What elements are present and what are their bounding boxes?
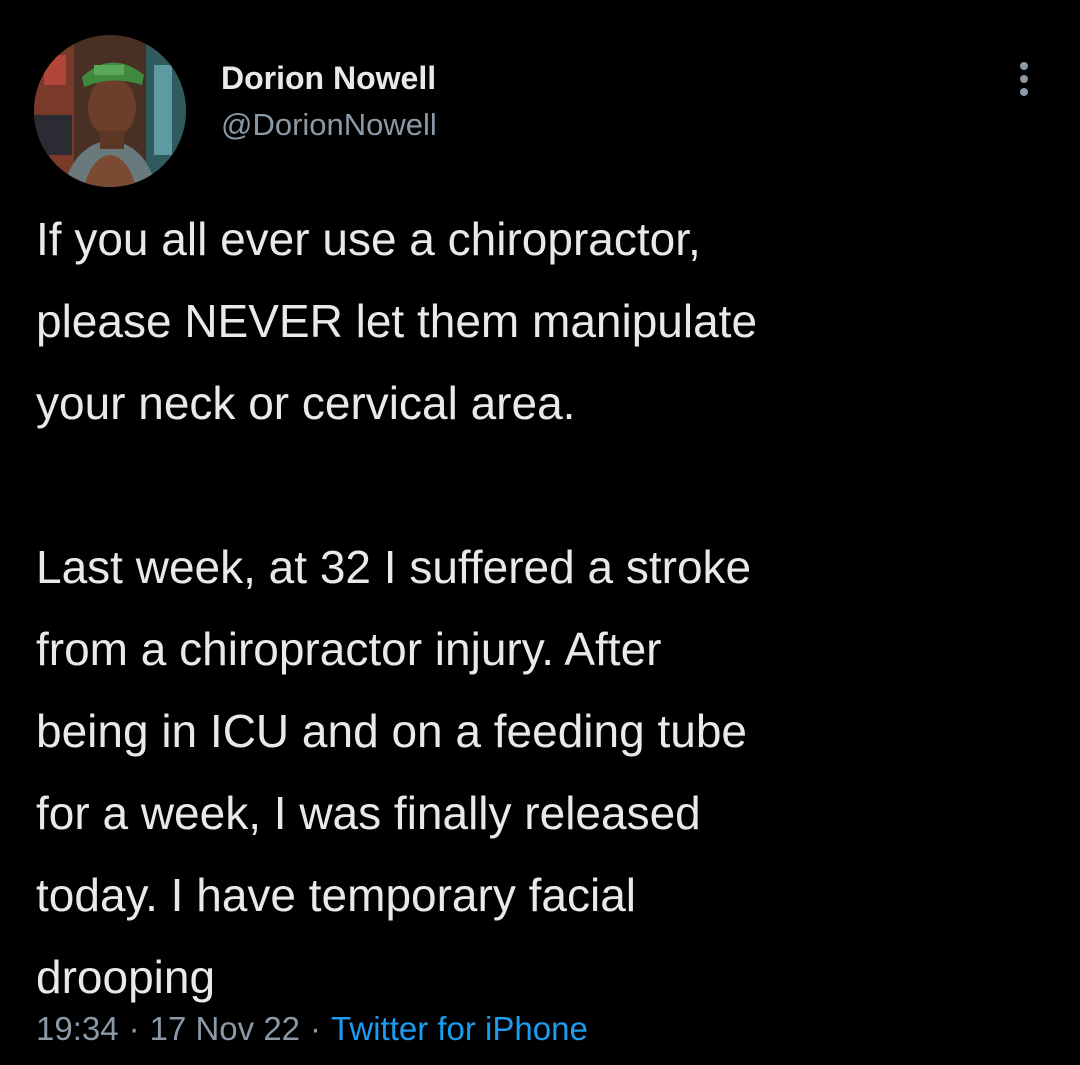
avatar[interactable]	[34, 35, 186, 187]
author-info: Dorion Nowell @DorionNowell	[221, 56, 437, 146]
display-name[interactable]: Dorion Nowell	[221, 56, 437, 100]
separator: ·	[128, 1010, 140, 1047]
tweet: Dorion Nowell @DorionNowell If you all e…	[0, 0, 1080, 1065]
tweet-source-link[interactable]: Twitter for iPhone	[331, 1010, 588, 1047]
tweet-meta: 19:34 · 17 Nov 22 · Twitter for iPhone	[36, 1005, 588, 1053]
tweet-date[interactable]: 17 Nov 22	[150, 1010, 300, 1047]
avatar-photo	[34, 35, 186, 187]
tweet-time[interactable]: 19:34	[36, 1010, 119, 1047]
user-handle[interactable]: @DorionNowell	[221, 104, 437, 146]
tweet-paragraph: Last week, at 32 I suffered a stroke fro…	[36, 541, 752, 1003]
separator: ·	[310, 1010, 322, 1047]
more-options-button[interactable]	[1006, 56, 1042, 102]
tweet-text: If you all ever use a chiropractor, plea…	[36, 198, 1056, 1018]
tweet-paragraph: If you all ever use a chiropractor, plea…	[36, 213, 758, 429]
